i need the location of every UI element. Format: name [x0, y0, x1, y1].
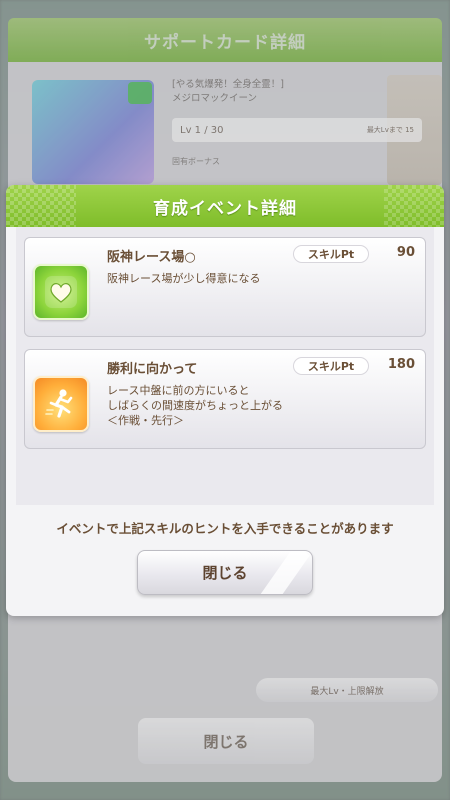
dialog-title: 育成イベント詳細 [153, 198, 297, 219]
skill-description: レース中盤に前の方にいると しばらくの間速度がちょっと上がる ＜作戦・先行＞ [107, 384, 283, 427]
training-event-dialog: 育成イベント詳細 阪神レース場○ スキルPt 90 阪神レース場が少し得意になる [6, 185, 444, 616]
skill-pt-label: スキルPt [307, 248, 355, 261]
skill-pt-badge: スキルPt [293, 357, 369, 375]
heart-icon [33, 264, 89, 320]
close-button[interactable]: 閉じる [137, 550, 313, 595]
skill-name: 阪神レース場○ [107, 250, 196, 265]
skill-row[interactable]: 勝利に向かって スキルPt 180 レース中盤に前の方にいると しばらくの間速度… [24, 349, 426, 449]
skill-row[interactable]: 阪神レース場○ スキルPt 90 阪神レース場が少し得意になる [24, 237, 426, 337]
running-icon [33, 376, 89, 432]
dialog-header: 育成イベント詳細 [6, 185, 444, 227]
close-button-label: 閉じる [202, 564, 248, 582]
skill-description: 阪神レース場が少し得意になる [107, 272, 261, 285]
hint-notice: イベントで上記スキルのヒントを入手できることがあります [56, 521, 394, 536]
skill-list: 阪神レース場○ スキルPt 90 阪神レース場が少し得意になる 勝利に向かって [16, 227, 434, 505]
skill-pt-badge: スキルPt [293, 245, 369, 263]
skill-pt-value: 90 [396, 245, 415, 260]
skill-pt-label: スキルPt [307, 360, 355, 373]
skill-pt-value: 180 [387, 357, 415, 372]
skill-name: 勝利に向かって [107, 362, 198, 377]
